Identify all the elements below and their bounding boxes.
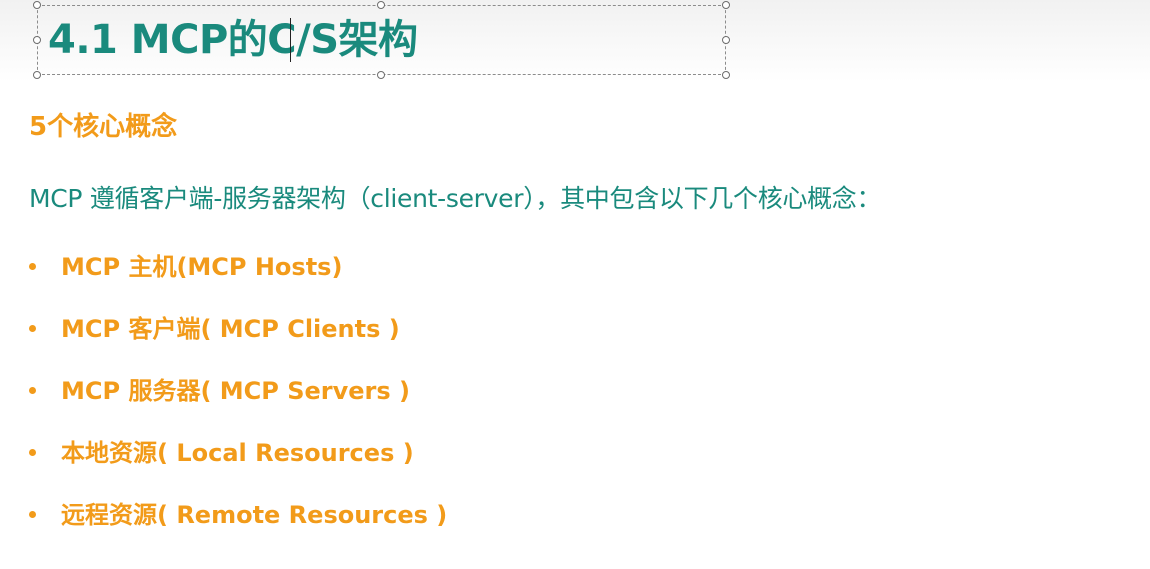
text-cursor [290, 18, 291, 62]
title-textbox-selection[interactable]: 4.1 MCP的C/S架构 [33, 1, 730, 79]
concept-label: MCP 主机(MCP Hosts) [61, 253, 343, 281]
intro-paragraph: MCP 遵循客户端-服务器架构（client-server），其中包含以下几个核… [29, 184, 882, 213]
concept-label: MCP 客户端( MCP Clients ) [61, 315, 400, 343]
resize-handle-top-left[interactable] [33, 1, 41, 9]
bullet-icon [29, 263, 36, 270]
resize-handle-top-right[interactable] [722, 1, 730, 9]
resize-handle-middle-left[interactable] [33, 36, 41, 44]
section-subtitle: 5个核心概念 [29, 112, 178, 142]
resize-handle-middle-right[interactable] [722, 36, 730, 44]
bullet-icon [29, 449, 36, 456]
slide-title[interactable]: 4.1 MCP的C/S架构 [48, 14, 418, 66]
bullet-icon [29, 387, 36, 394]
concept-label: 本地资源( Local Resources ) [61, 439, 414, 467]
resize-handle-bottom-left[interactable] [33, 71, 41, 79]
resize-handle-top-center[interactable] [377, 1, 385, 9]
resize-handle-bottom-right[interactable] [722, 71, 730, 79]
concept-label: MCP 服务器( MCP Servers ) [61, 377, 410, 405]
concept-label: 远程资源( Remote Resources ) [61, 501, 448, 529]
resize-handle-bottom-center[interactable] [377, 71, 385, 79]
bullet-icon [29, 511, 36, 518]
bullet-icon [29, 325, 36, 332]
